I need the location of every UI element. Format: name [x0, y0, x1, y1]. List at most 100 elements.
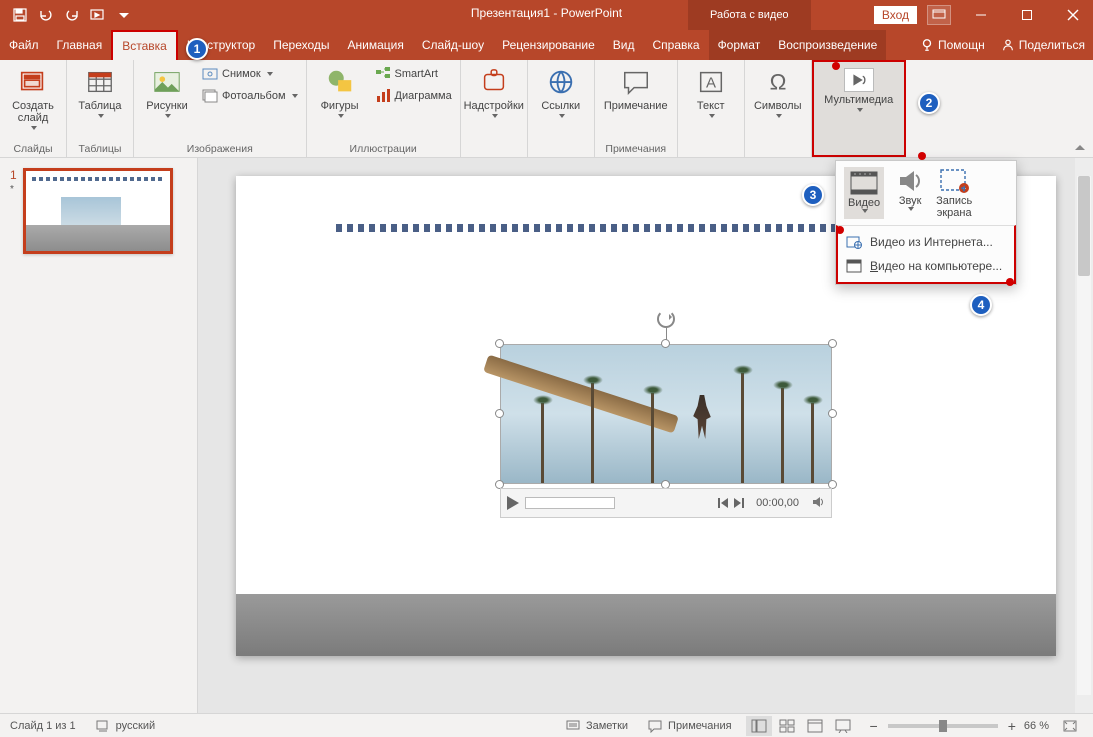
screenshot-button[interactable]: Снимок — [200, 64, 300, 84]
media-button[interactable]: Мультимедиа — [820, 66, 898, 112]
qat-customize-icon[interactable] — [112, 3, 136, 27]
tab-slideshow[interactable]: Слайд-шоу — [413, 30, 493, 60]
resize-handle[interactable] — [828, 339, 837, 348]
media-label: Мультимедиа — [824, 94, 893, 106]
comment-button[interactable]: Примечание — [601, 64, 671, 112]
thumb-number: 1 — [10, 168, 17, 182]
pictures-button[interactable]: Рисунки — [140, 64, 194, 118]
minimize-button[interactable] — [961, 0, 1001, 30]
qat-undo-icon[interactable] — [34, 3, 58, 27]
qat-redo-icon[interactable] — [60, 3, 84, 27]
tab-animation[interactable]: Анимация — [339, 30, 413, 60]
status-slide-count[interactable]: Слайд 1 из 1 — [0, 720, 86, 732]
smartart-label: SmartArt — [395, 68, 438, 80]
resize-handle[interactable] — [828, 409, 837, 418]
tab-insert[interactable]: Вставка — [111, 30, 178, 60]
view-normal-button[interactable] — [746, 716, 772, 736]
group-links-label — [559, 143, 562, 155]
close-button[interactable] — [1053, 0, 1093, 30]
shapes-button[interactable]: Фигуры — [313, 64, 367, 118]
tab-review[interactable]: Рецензирование — [493, 30, 604, 60]
tab-format[interactable]: Формат — [709, 30, 770, 60]
resize-handle[interactable] — [495, 409, 504, 418]
photoalbum-button[interactable]: Фотоальбом — [200, 86, 300, 106]
screenrec-label: Запись экрана — [936, 195, 972, 219]
links-button[interactable]: Ссылки — [534, 64, 588, 118]
callout-4: 4 — [970, 294, 992, 316]
share-label: Поделиться — [1019, 38, 1085, 52]
tab-file[interactable]: Файл — [0, 30, 48, 60]
tab-transitions[interactable]: Переходы — [264, 30, 338, 60]
video-online-label: Видео из Интернета... — [870, 235, 993, 249]
tell-me-button[interactable]: Помощн — [912, 30, 993, 60]
vertical-scrollbar[interactable] — [1075, 158, 1093, 713]
view-reading-button[interactable] — [802, 716, 828, 736]
qat-save-icon[interactable] — [8, 3, 32, 27]
tell-me-label: Помощн — [938, 38, 985, 52]
video-object[interactable] — [500, 344, 832, 484]
audio-dropdown-button[interactable]: Звук — [894, 167, 926, 219]
status-comments-button[interactable]: Примечания — [638, 719, 742, 733]
view-sorter-button[interactable] — [774, 716, 800, 736]
zoom-out-button[interactable]: − — [870, 718, 878, 734]
ribbon-display-options-icon[interactable] — [927, 5, 951, 25]
contextual-tab-title: Работа с видео — [688, 0, 811, 30]
chart-button[interactable]: Диаграмма — [373, 86, 454, 106]
group-symbols-label — [776, 143, 779, 155]
maximize-button[interactable] — [1007, 0, 1047, 30]
tab-home[interactable]: Главная — [48, 30, 112, 60]
tab-view[interactable]: Вид — [604, 30, 644, 60]
collapse-ribbon-icon[interactable] — [1073, 141, 1087, 155]
video-fromfile-menu-item[interactable]: ВВидео на компьютере...идео на компьютер… — [838, 254, 1014, 278]
zoom-slider[interactable] — [888, 724, 998, 728]
group-illustrations-label: Иллюстрации — [350, 143, 417, 155]
fit-to-window-button[interactable] — [1057, 716, 1083, 736]
seek-bar[interactable] — [525, 497, 615, 509]
zoom-percent[interactable]: 66 % — [1024, 720, 1049, 732]
status-notes-label: Заметки — [586, 720, 628, 732]
status-language-label: русский — [116, 720, 155, 732]
tab-playback[interactable]: Воспроизведение — [769, 30, 886, 60]
tab-help[interactable]: Справка — [643, 30, 708, 60]
status-notes-button[interactable]: Заметки — [556, 719, 638, 733]
play-button[interactable] — [507, 496, 519, 510]
group-media-label — [857, 141, 860, 153]
time-display: 00:00,00 — [756, 497, 799, 509]
screenshot-label: Снимок — [222, 68, 261, 80]
media-dropdown-panel: Видео Звук + Запись экрана Видео из Инте… — [835, 160, 1017, 285]
table-button[interactable]: Таблица — [73, 64, 127, 118]
group-slides-label: Слайды — [13, 143, 52, 155]
video-fromfile-label: ВВидео на компьютере...идео на компьютер… — [870, 259, 1002, 273]
video-dropdown-button[interactable]: Видео — [844, 167, 884, 219]
slide-thumbnail-1[interactable] — [23, 168, 173, 254]
zoom-in-button[interactable]: + — [1008, 718, 1016, 734]
skip-back-button[interactable] — [718, 498, 728, 508]
shapes-label: Фигуры — [321, 100, 359, 112]
share-button[interactable]: Поделиться — [993, 30, 1093, 60]
callout-1: 1 — [186, 38, 208, 60]
volume-button[interactable] — [811, 495, 825, 512]
video-online-menu-item[interactable]: Видео из Интернета... — [838, 230, 1014, 254]
audio-dropdown-label: Звук — [899, 195, 922, 207]
smartart-button[interactable]: SmartArt — [373, 64, 454, 84]
status-language[interactable]: русский — [86, 719, 165, 733]
chart-label: Диаграмма — [395, 90, 452, 102]
new-slide-button[interactable]: Создать слайд — [6, 64, 60, 130]
slide-thumbnail-pane: 1 * — [0, 158, 198, 713]
qat-start-from-beginning-icon[interactable] — [86, 3, 110, 27]
resize-handle[interactable] — [661, 339, 670, 348]
screenrec-button[interactable]: + Запись экрана — [936, 167, 972, 219]
login-button[interactable]: Вход — [874, 6, 917, 24]
symbols-button[interactable]: Ω Символы — [751, 64, 805, 118]
svg-text:Ω: Ω — [769, 70, 786, 95]
callout-3: 3 — [802, 184, 824, 206]
svg-text:A: A — [706, 75, 716, 92]
skip-forward-button[interactable] — [734, 498, 744, 508]
addins-button[interactable]: Надстройки — [467, 64, 521, 118]
resize-handle[interactable] — [495, 339, 504, 348]
view-slideshow-button[interactable] — [830, 716, 856, 736]
rotate-handle[interactable] — [657, 310, 675, 328]
video-dropdown-label: Видео — [848, 197, 880, 209]
text-button[interactable]: A Текст — [684, 64, 738, 118]
pictures-label: Рисунки — [146, 100, 188, 112]
